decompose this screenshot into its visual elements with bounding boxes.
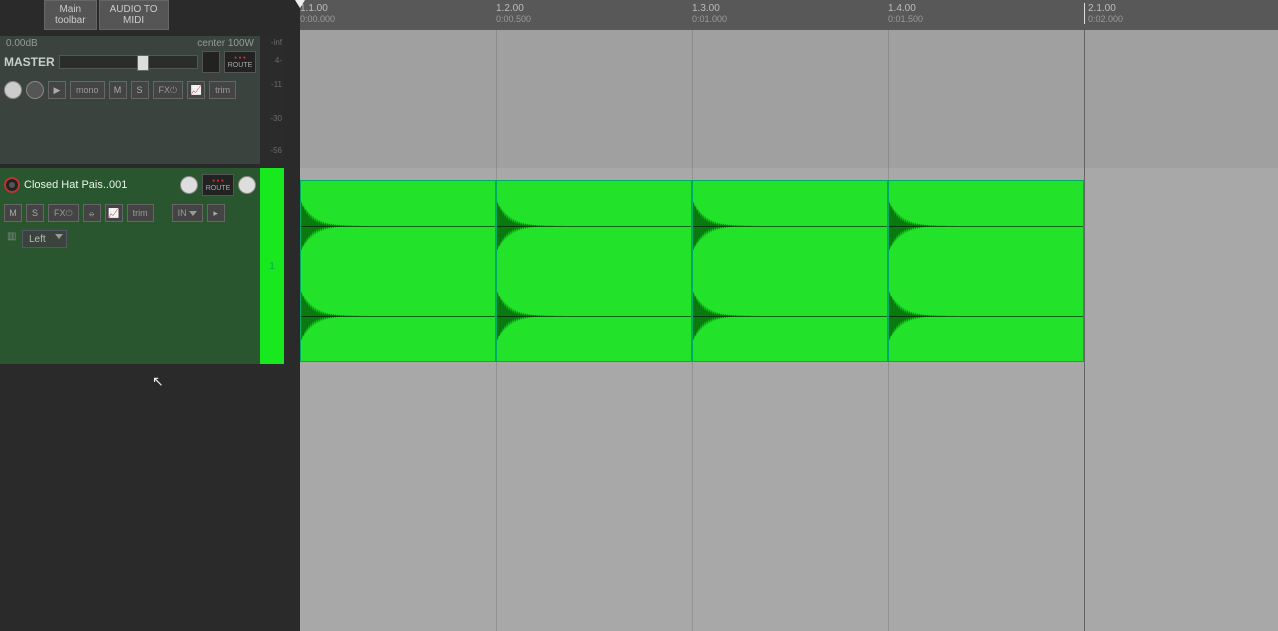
- tab-label-line2: toolbar: [55, 15, 86, 26]
- track-solo-button[interactable]: S: [26, 204, 44, 222]
- waveform: [693, 181, 887, 361]
- phase-invert-button[interactable]: ⦵: [83, 204, 101, 222]
- audio-clip[interactable]: Closed Hat Paiste 1 render 001.wav: [692, 180, 888, 362]
- audio-clip[interactable]: Closed Hat Paiste 1 render 001.wav: [300, 180, 496, 362]
- db-inf: -inf: [271, 38, 282, 47]
- track-fx-button[interactable]: FX: [48, 204, 79, 222]
- master-fx-button[interactable]: FX: [153, 81, 184, 99]
- track-index: 1: [269, 261, 275, 272]
- master-trim-button[interactable]: trim: [209, 81, 236, 99]
- master-mute-button[interactable]: M: [109, 81, 127, 99]
- tab-label-line1: Main: [55, 4, 86, 15]
- track-volume-knob[interactable]: [180, 176, 198, 194]
- input-button[interactable]: IN: [172, 204, 203, 222]
- envelope-icon[interactable]: 📈: [105, 204, 123, 222]
- master-volume-fader[interactable]: [59, 55, 198, 69]
- tab-label-line1: AUDIO TO: [110, 4, 158, 15]
- monitor-button[interactable]: ▸: [207, 204, 225, 222]
- track-trim-button[interactable]: trim: [127, 204, 154, 222]
- db-mark: -30: [270, 114, 282, 123]
- track-row[interactable]: Closed Hat Paiste 1 render 001.wavClosed…: [300, 168, 1278, 364]
- track-pan-knob[interactable]: [238, 176, 256, 194]
- db-mark: -56: [270, 146, 282, 155]
- ruler-mark: 1.3.000:01.000: [692, 3, 727, 24]
- timeline-ruler[interactable]: 1.1.000:00.000 1.2.000:00.500 1.3.000:01.0…: [300, 0, 1278, 30]
- fader-handle[interactable]: [137, 55, 149, 71]
- master-meter-scale: -inf 4- -11 -30 -56: [260, 36, 284, 164]
- playhead-marker[interactable]: [295, 0, 305, 8]
- track-mute-button[interactable]: M: [4, 204, 22, 222]
- tab-audio-to-midi[interactable]: AUDIO TO MIDI: [99, 0, 169, 30]
- master-panel: 0.00dB center 100W MASTER ROUTE ▶ mono M…: [0, 36, 260, 164]
- master-route-button[interactable]: ROUTE: [224, 51, 256, 73]
- power-icon: [66, 208, 73, 219]
- envelope-icon[interactable]: 📈: [187, 81, 205, 99]
- knob-secondary[interactable]: [26, 81, 44, 99]
- track-control-panel: Closed Hat Pais..001 ROUTE M S FX ⦵ 📈 tr…: [0, 168, 260, 364]
- chevron-down-icon: [55, 234, 63, 239]
- play-icon[interactable]: ▶: [48, 81, 66, 99]
- arrange-empty-region: [300, 30, 1278, 168]
- track-color-strip[interactable]: 1: [260, 168, 284, 364]
- waveform: [889, 181, 1083, 361]
- db-mark: -11: [271, 80, 282, 89]
- record-arm-button[interactable]: [4, 177, 20, 193]
- master-label: MASTER: [4, 55, 55, 69]
- tab-main-toolbar[interactable]: Main toolbar: [44, 0, 97, 30]
- channel-select-dropdown[interactable]: Left: [22, 230, 67, 248]
- waveform: [497, 181, 691, 361]
- audio-clip[interactable]: Closed Hat Paiste 1 render 001.wav: [888, 180, 1084, 362]
- tab-label-line2: MIDI: [110, 15, 158, 26]
- arrange-view[interactable]: Closed Hat Paiste 1 render 001.wavClosed…: [300, 30, 1278, 631]
- waveform: [301, 181, 495, 361]
- track-route-button[interactable]: ROUTE: [202, 174, 234, 196]
- ruler-mark: 1.1.000:00.000: [300, 3, 335, 24]
- tcp-empty-area[interactable]: [0, 364, 300, 631]
- ruler-mark: 2.1.000:02.000: [1084, 3, 1123, 24]
- master-solo-button[interactable]: S: [131, 81, 149, 99]
- master-pan-width: center 100W: [197, 38, 254, 49]
- master-pan-indicator[interactable]: [202, 51, 220, 73]
- db-mark: 4-: [275, 56, 282, 65]
- master-readouts: 0.00dB center 100W: [0, 36, 260, 49]
- master-db-readout: 0.00dB: [6, 38, 38, 49]
- toolbar-tabs: Main toolbar AUDIO TO MIDI: [44, 0, 169, 30]
- chevron-down-icon: [189, 211, 197, 216]
- mono-button[interactable]: mono: [70, 81, 105, 99]
- track-name[interactable]: Closed Hat Pais..001: [24, 179, 176, 191]
- audio-clip[interactable]: Closed Hat Paiste 1 render 001.wav: [496, 180, 692, 362]
- ruler-mark: 1.4.000:01.500: [888, 3, 923, 24]
- automation-mode-knob[interactable]: [4, 81, 22, 99]
- ruler-mark: 1.2.000:00.500: [496, 3, 531, 24]
- power-icon: [170, 85, 177, 96]
